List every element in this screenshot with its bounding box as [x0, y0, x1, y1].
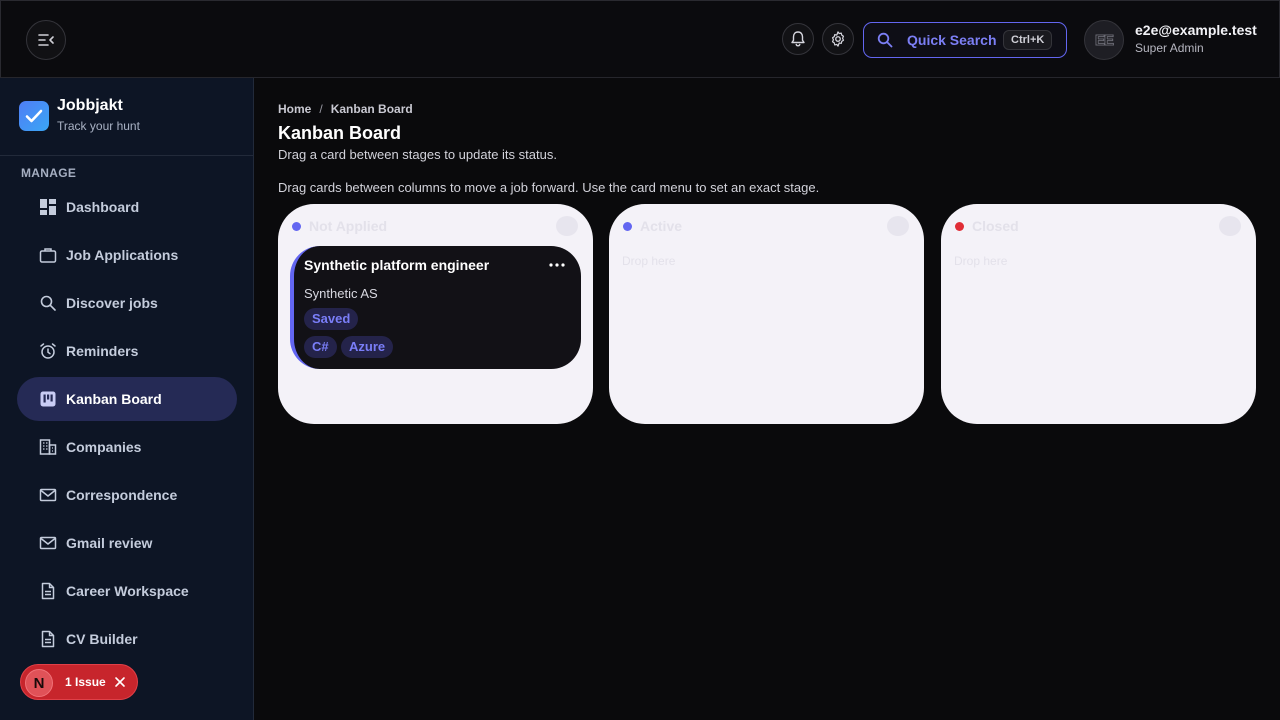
sidebar-item-correspondence[interactable]: Correspondence — [17, 473, 237, 517]
sidebar-item-reminders[interactable]: Reminders — [17, 329, 237, 373]
sidebar-item-job-applications[interactable]: Job Applications — [17, 233, 237, 277]
brand-tagline: Track your hunt — [57, 119, 140, 133]
quick-search-button[interactable]: Quick Search Ctrl+K — [863, 22, 1067, 58]
top-header: Quick Search Ctrl+K EE e2e@example.test … — [0, 0, 1280, 78]
column-count-badge — [1219, 216, 1241, 236]
column-status-dot — [292, 222, 301, 231]
column-title: Active — [640, 218, 683, 234]
quick-search-label: Quick Search — [907, 32, 997, 48]
user-email: e2e@example.test — [1135, 22, 1257, 38]
close-icon[interactable] — [114, 676, 126, 688]
sidebar-item-cv-builder[interactable]: CV Builder — [17, 617, 237, 661]
sidebar-toggle-button[interactable] — [26, 20, 66, 60]
more-horizontal-icon[interactable] — [549, 263, 565, 267]
briefcase-icon — [38, 245, 58, 265]
tag-chip: Azure — [341, 336, 394, 358]
document-icon — [38, 581, 58, 601]
job-card[interactable]: Synthetic platform engineer Synthetic AS… — [290, 246, 581, 369]
drop-zone-placeholder: Drop here — [622, 254, 676, 268]
breadcrumb: Home / Kanban Board — [278, 102, 413, 116]
column-status-dot — [955, 222, 964, 231]
kanban-column-closed[interactable]: Closed Drop here — [941, 204, 1256, 424]
settings-button[interactable] — [822, 23, 854, 55]
sidebar-item-gmail-review[interactable]: Gmail review — [17, 521, 237, 565]
column-title: Closed — [972, 218, 1019, 234]
checkmark-icon — [25, 109, 43, 123]
breadcrumb-current: Kanban Board — [330, 102, 413, 116]
sidebar-item-label: Discover jobs — [66, 295, 158, 311]
kanban-column-not-applied[interactable]: Not Applied Synthetic platform engineer … — [278, 204, 593, 424]
sidebar-item-discover-jobs[interactable]: Discover jobs — [17, 281, 237, 325]
breadcrumb-separator: / — [319, 102, 323, 116]
sidebar-item-label: Correspondence — [66, 487, 178, 503]
issue-badge[interactable]: N 1 Issue — [20, 664, 138, 700]
building-icon — [38, 437, 58, 457]
kanban-column-active[interactable]: Active Drop here — [609, 204, 924, 424]
drop-zone-placeholder: Drop here — [954, 254, 1008, 268]
column-count-badge — [887, 216, 909, 236]
sidebar-item-kanban-board[interactable]: Kanban Board — [17, 377, 237, 421]
sidebar-nav: Dashboard Job Applications Discover jobs… — [17, 185, 237, 665]
dev-tools-logo: N — [25, 669, 53, 697]
search-icon — [38, 293, 58, 313]
card-title: Synthetic platform engineer — [304, 257, 490, 273]
sidebar-item-label: Reminders — [66, 343, 139, 359]
card-company: Synthetic AS — [304, 286, 378, 301]
mail-icon — [38, 533, 58, 553]
gear-icon — [831, 31, 845, 47]
brand: Jobbjakt Track your hunt — [0, 78, 253, 156]
page-hint: Drag cards between columns to move a job… — [278, 180, 820, 195]
kanban-icon — [38, 389, 58, 409]
mail-icon — [38, 485, 58, 505]
user-avatar[interactable]: EE — [1084, 20, 1124, 60]
notifications-button[interactable] — [782, 23, 814, 55]
nav-section-label: MANAGE — [21, 166, 77, 180]
breadcrumb-home-link[interactable]: Home — [278, 102, 311, 116]
column-count-badge — [556, 216, 578, 236]
sidebar-item-career-workspace[interactable]: Career Workspace — [17, 569, 237, 613]
tag-chip: C# — [304, 336, 337, 358]
column-title: Not Applied — [309, 218, 388, 234]
brand-name: Jobbjakt — [57, 97, 123, 114]
document-icon — [38, 629, 58, 649]
dashboard-icon — [38, 197, 58, 217]
sidebar-item-label: CV Builder — [66, 631, 138, 647]
sidebar-item-label: Companies — [66, 439, 142, 455]
sidebar-item-label: Job Applications — [66, 247, 179, 263]
menu-collapse-icon — [38, 34, 54, 46]
column-status-dot — [623, 222, 632, 231]
sidebar-item-label: Kanban Board — [66, 391, 162, 407]
bell-icon — [791, 31, 805, 47]
search-icon — [877, 32, 893, 48]
sidebar: Jobbjakt Track your hunt MANAGE Dashboar… — [0, 78, 254, 720]
sidebar-item-label: Dashboard — [66, 199, 140, 215]
issue-count-label: 1 Issue — [65, 675, 106, 689]
sidebar-item-label: Gmail review — [66, 535, 153, 551]
sidebar-item-label: Career Workspace — [66, 583, 189, 599]
page-title: Kanban Board — [278, 123, 402, 143]
alarm-clock-icon — [38, 341, 58, 361]
keyboard-shortcut-badge: Ctrl+K — [1003, 30, 1053, 50]
page-subtitle: Drag a card between stages to update its… — [278, 147, 557, 162]
brand-logo — [19, 101, 49, 131]
user-role: Super Admin — [1135, 41, 1204, 55]
sidebar-item-companies[interactable]: Companies — [17, 425, 237, 469]
status-badge: Saved — [304, 308, 359, 330]
sidebar-item-dashboard[interactable]: Dashboard — [17, 185, 237, 229]
